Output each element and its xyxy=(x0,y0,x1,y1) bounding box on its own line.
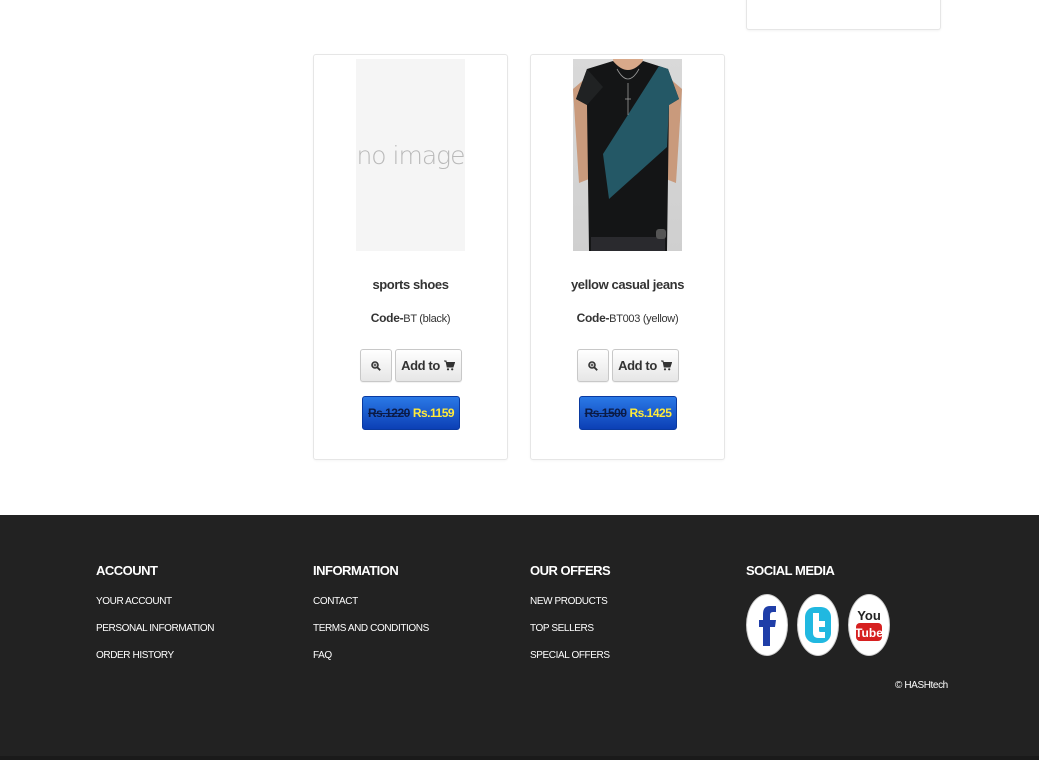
footer-link-order-history[interactable]: ORDER HISTORY xyxy=(96,650,214,677)
product-image-placeholder[interactable]: no image xyxy=(356,59,465,251)
footer-link-special-offers[interactable]: SPECIAL OFFERS xyxy=(530,650,610,677)
footer-offers-column: OUR OFFERS NEW PRODUCTS TOP SELLERS SPEC… xyxy=(530,563,611,677)
zoom-icon xyxy=(587,360,598,371)
footer-information-column: INFORMATION CONTACT TERMS AND CONDITIONS… xyxy=(313,563,429,677)
product-code-label: Code- xyxy=(576,311,610,325)
add-to-cart-label: Add to xyxy=(618,358,657,373)
footer-social-column: SOCIAL MEDIA You Tube xyxy=(746,563,890,656)
product-code-value: BT003 (yellow) xyxy=(609,313,679,325)
footer-account-column: ACCOUNT YOUR ACCOUNT PERSONAL INFORMATIO… xyxy=(96,563,215,677)
product-code-value: BT (black) xyxy=(403,313,451,325)
add-to-cart-button[interactable]: Add to xyxy=(611,349,679,382)
youtube-icon[interactable]: You Tube xyxy=(848,594,890,656)
price-button[interactable]: Rs.1500 Rs.1425 xyxy=(579,396,677,430)
footer-link-terms[interactable]: TERMS AND CONDITIONS xyxy=(313,623,429,650)
price-button[interactable]: Rs.1220 Rs.1159 xyxy=(362,396,460,430)
youtube-text-top: You xyxy=(857,608,881,623)
no-image-text: no image xyxy=(356,140,465,170)
social-icons: You Tube xyxy=(746,594,890,656)
new-price: Rs.1425 xyxy=(629,406,672,420)
site-footer: ACCOUNT YOUR ACCOUNT PERSONAL INFORMATIO… xyxy=(0,515,1039,760)
youtube-text-bottom: Tube xyxy=(855,626,883,640)
cart-icon xyxy=(660,360,672,371)
footer-link-contact[interactable]: CONTACT xyxy=(313,596,429,623)
footer-link-new-products[interactable]: NEW PRODUCTS xyxy=(530,596,610,623)
product-card: yellow casual jeans Code-BT003 (yellow) … xyxy=(530,54,725,460)
zoom-icon xyxy=(370,360,381,371)
facebook-glyph xyxy=(759,606,776,646)
product-title[interactable]: sports shoes xyxy=(314,277,507,292)
old-price: Rs.1500 xyxy=(584,406,627,420)
product-code: Code-BT (black) xyxy=(314,311,507,325)
quick-view-button[interactable] xyxy=(359,349,392,382)
facebook-icon[interactable] xyxy=(746,594,788,656)
product-actions: Add to xyxy=(531,349,724,382)
footer-heading-information: INFORMATION xyxy=(313,563,399,578)
product-listing-page: no image sports shoes Code-BT (black) Ad… xyxy=(0,0,1039,760)
footer-link-personal-information[interactable]: PERSONAL INFORMATION xyxy=(96,623,215,650)
add-to-cart-button[interactable]: Add to xyxy=(394,349,462,382)
product-code-label: Code- xyxy=(370,311,404,325)
cart-icon xyxy=(443,360,455,371)
twitter-glyph xyxy=(805,607,831,643)
footer-link-faq[interactable]: FAQ xyxy=(313,650,429,677)
footer-heading-account: ACCOUNT xyxy=(96,563,158,578)
copyright-text: © HASHtech xyxy=(895,680,948,691)
old-price: Rs.1220 xyxy=(367,406,410,420)
new-price: Rs.1159 xyxy=(412,406,455,420)
footer-heading-social: SOCIAL MEDIA xyxy=(746,563,835,578)
footer-heading-offers: OUR OFFERS xyxy=(530,563,611,578)
product-card-partial xyxy=(746,0,941,30)
youtube-glyph: You Tube xyxy=(855,608,883,641)
twitter-icon[interactable] xyxy=(797,594,839,656)
footer-link-your-account[interactable]: YOUR ACCOUNT xyxy=(96,596,214,623)
tshirt-photo xyxy=(573,59,682,251)
add-to-cart-label: Add to xyxy=(401,358,440,373)
product-card: no image sports shoes Code-BT (black) Ad… xyxy=(313,54,508,460)
product-actions: Add to xyxy=(314,349,507,382)
quick-view-button[interactable] xyxy=(576,349,609,382)
product-code: Code-BT003 (yellow) xyxy=(531,311,724,325)
product-title[interactable]: yellow casual jeans xyxy=(531,277,724,292)
footer-link-top-sellers[interactable]: TOP SELLERS xyxy=(530,623,610,650)
product-image[interactable] xyxy=(573,59,682,251)
footer-divider xyxy=(0,756,1039,760)
